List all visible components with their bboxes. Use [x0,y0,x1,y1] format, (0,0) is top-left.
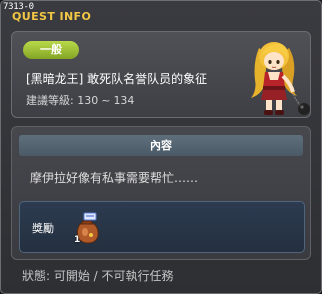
quest-description: 摩伊拉好像有私事需要帮忙…… [30,171,199,185]
quest-content-panel: 內容 摩伊拉好像有私事需要帮忙…… 獎勵 1 [11,126,311,260]
reward-label: 獎勵 [32,222,54,235]
level-max: 134 [113,94,135,107]
reward-item[interactable]: 1 [72,212,102,245]
quest-title: [黑暗龙王] 敢死队名誉队员的象征 [26,72,208,86]
level-separator: ~ [101,94,111,107]
reward-box: 獎勵 1 [19,201,305,253]
quest-status: 狀態: 可開始 / 不可執行任務 [22,269,174,283]
recommended-level: 建議等級: 130 ~134 [26,92,134,108]
content-section-header: 內容 [19,135,303,156]
category-badge: 一般 [23,41,79,59]
window-title: QUEST INFO [12,10,92,23]
quest-info-window: 7313-0 QUEST INFO 一般 [黑暗龙王] 敢死队名誉队员的象征 建… [0,0,322,294]
quest-header-panel: 一般 [黑暗龙王] 敢死队名誉队员的象征 建議等級: 130 ~134 [11,31,311,118]
reward-item-count: 1 [74,235,81,245]
level-min: 130 [77,94,99,107]
npc-portrait-icon [251,42,310,115]
level-label: 建議等級: [26,94,74,107]
